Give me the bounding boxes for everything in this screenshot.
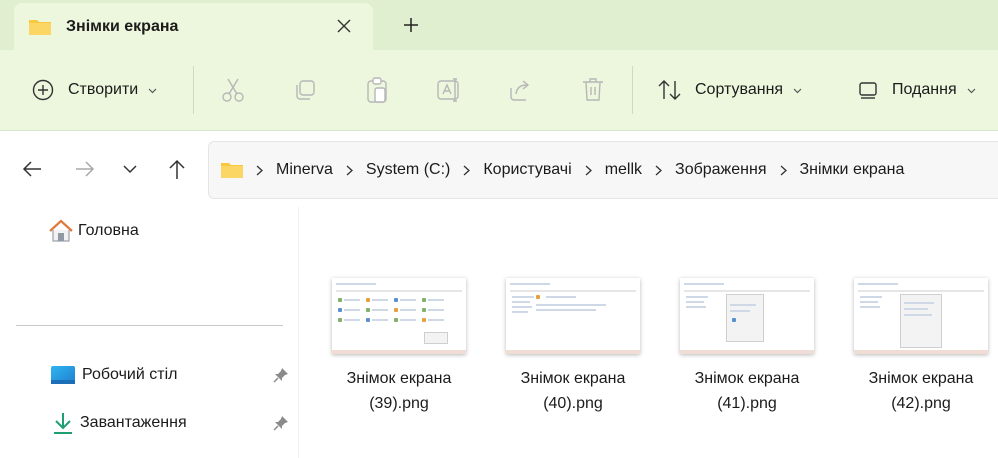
tab-active[interactable]: Знімки екрана xyxy=(14,3,373,50)
desktop-icon xyxy=(50,365,76,385)
plus-circle-icon xyxy=(32,79,54,101)
chevron-right-icon xyxy=(346,165,353,176)
arrow-left-icon xyxy=(22,161,41,177)
new-label: Створити xyxy=(68,81,139,98)
clipboard-icon xyxy=(367,77,387,103)
view-icon xyxy=(858,81,878,99)
sidebar: Головна Робочий стіл Завантаження xyxy=(0,207,298,458)
breadcrumb-item[interactable]: System (C:) xyxy=(366,161,450,179)
toolbar-divider xyxy=(632,66,633,114)
up-button[interactable] xyxy=(163,155,191,183)
sidebar-item-label: Робочий стіл xyxy=(82,366,178,383)
chevron-down-icon xyxy=(967,81,976,99)
delete-button[interactable] xyxy=(579,74,607,106)
toolbar-divider xyxy=(193,66,194,114)
breadcrumb-item[interactable]: Користувачі xyxy=(483,161,571,179)
chevron-right-icon xyxy=(463,165,471,176)
sidebar-item-home[interactable]: Головна xyxy=(48,216,139,246)
file-name: Знімок екрана (40).png xyxy=(520,370,626,412)
file-name: Знімок екрана (39).png xyxy=(346,370,452,412)
file-thumbnail xyxy=(506,278,640,354)
breadcrumb-item[interactable]: Minerva xyxy=(276,161,333,179)
chevron-right-icon xyxy=(256,165,263,176)
chevron-down-icon xyxy=(793,81,802,99)
sidebar-item-label: Завантаження xyxy=(80,414,187,431)
cut-button[interactable] xyxy=(219,74,247,106)
address-bar[interactable]: Minerva System (C:) Користувачі mellk Зо… xyxy=(208,141,998,199)
breadcrumb-item[interactable]: mellk xyxy=(605,161,642,179)
title-bar: Знімки екрана xyxy=(0,0,998,50)
recent-locations-button[interactable] xyxy=(116,155,144,183)
folder-icon xyxy=(220,160,244,180)
view-label: Подання xyxy=(892,81,957,98)
sidebar-item-label: Головна xyxy=(78,222,139,239)
paste-button[interactable] xyxy=(363,74,391,106)
close-icon[interactable] xyxy=(332,14,356,38)
sidebar-item-desktop[interactable]: Робочий стіл xyxy=(48,360,177,390)
forward-button[interactable] xyxy=(71,155,99,183)
folder-icon xyxy=(28,17,52,42)
file-thumbnail xyxy=(332,278,466,354)
share-icon xyxy=(510,80,530,101)
navigation-row: Minerva System (C:) Користувачі mellk Зо… xyxy=(0,131,998,207)
chevron-down-icon xyxy=(123,164,137,173)
chevron-right-icon xyxy=(780,165,787,176)
rename-icon xyxy=(437,78,459,102)
home-icon xyxy=(48,219,74,243)
command-bar: Створити Сортування Подання xyxy=(0,50,998,131)
scissors-icon xyxy=(222,78,244,102)
breadcrumb-item[interactable]: Знімки екрана xyxy=(800,161,905,179)
pane-divider xyxy=(298,207,299,458)
rename-button[interactable] xyxy=(435,74,463,106)
download-icon xyxy=(52,411,74,435)
copy-icon xyxy=(296,80,315,100)
arrow-up-icon xyxy=(169,159,185,179)
pin-icon[interactable] xyxy=(272,366,290,384)
sort-arrows-icon xyxy=(657,79,683,101)
breadcrumb-item[interactable]: Зображення xyxy=(675,161,766,179)
trash-icon xyxy=(583,78,603,101)
chevron-right-icon xyxy=(585,165,592,176)
sort-label: Сортування xyxy=(695,81,784,98)
view-button[interactable]: Подання xyxy=(858,70,976,110)
copy-button[interactable] xyxy=(291,74,319,106)
back-button[interactable] xyxy=(18,155,46,183)
sidebar-item-downloads[interactable]: Завантаження xyxy=(48,408,187,438)
arrow-right-icon xyxy=(76,161,95,177)
sort-button[interactable]: Сортування xyxy=(657,70,802,110)
share-button[interactable] xyxy=(507,74,535,106)
tab-title: Знімки екрана xyxy=(66,18,179,35)
file-thumbnail xyxy=(854,278,988,354)
pin-icon[interactable] xyxy=(272,414,290,432)
file-thumbnail xyxy=(680,278,814,354)
chevron-right-icon xyxy=(655,165,663,176)
new-button[interactable]: Створити xyxy=(32,70,157,110)
file-name: Знімок екрана (42).png xyxy=(868,370,974,412)
file-name: Знімок екрана (41).png xyxy=(694,370,800,412)
new-tab-button[interactable] xyxy=(398,12,424,38)
chevron-down-icon xyxy=(148,81,157,99)
sidebar-divider xyxy=(16,325,283,326)
